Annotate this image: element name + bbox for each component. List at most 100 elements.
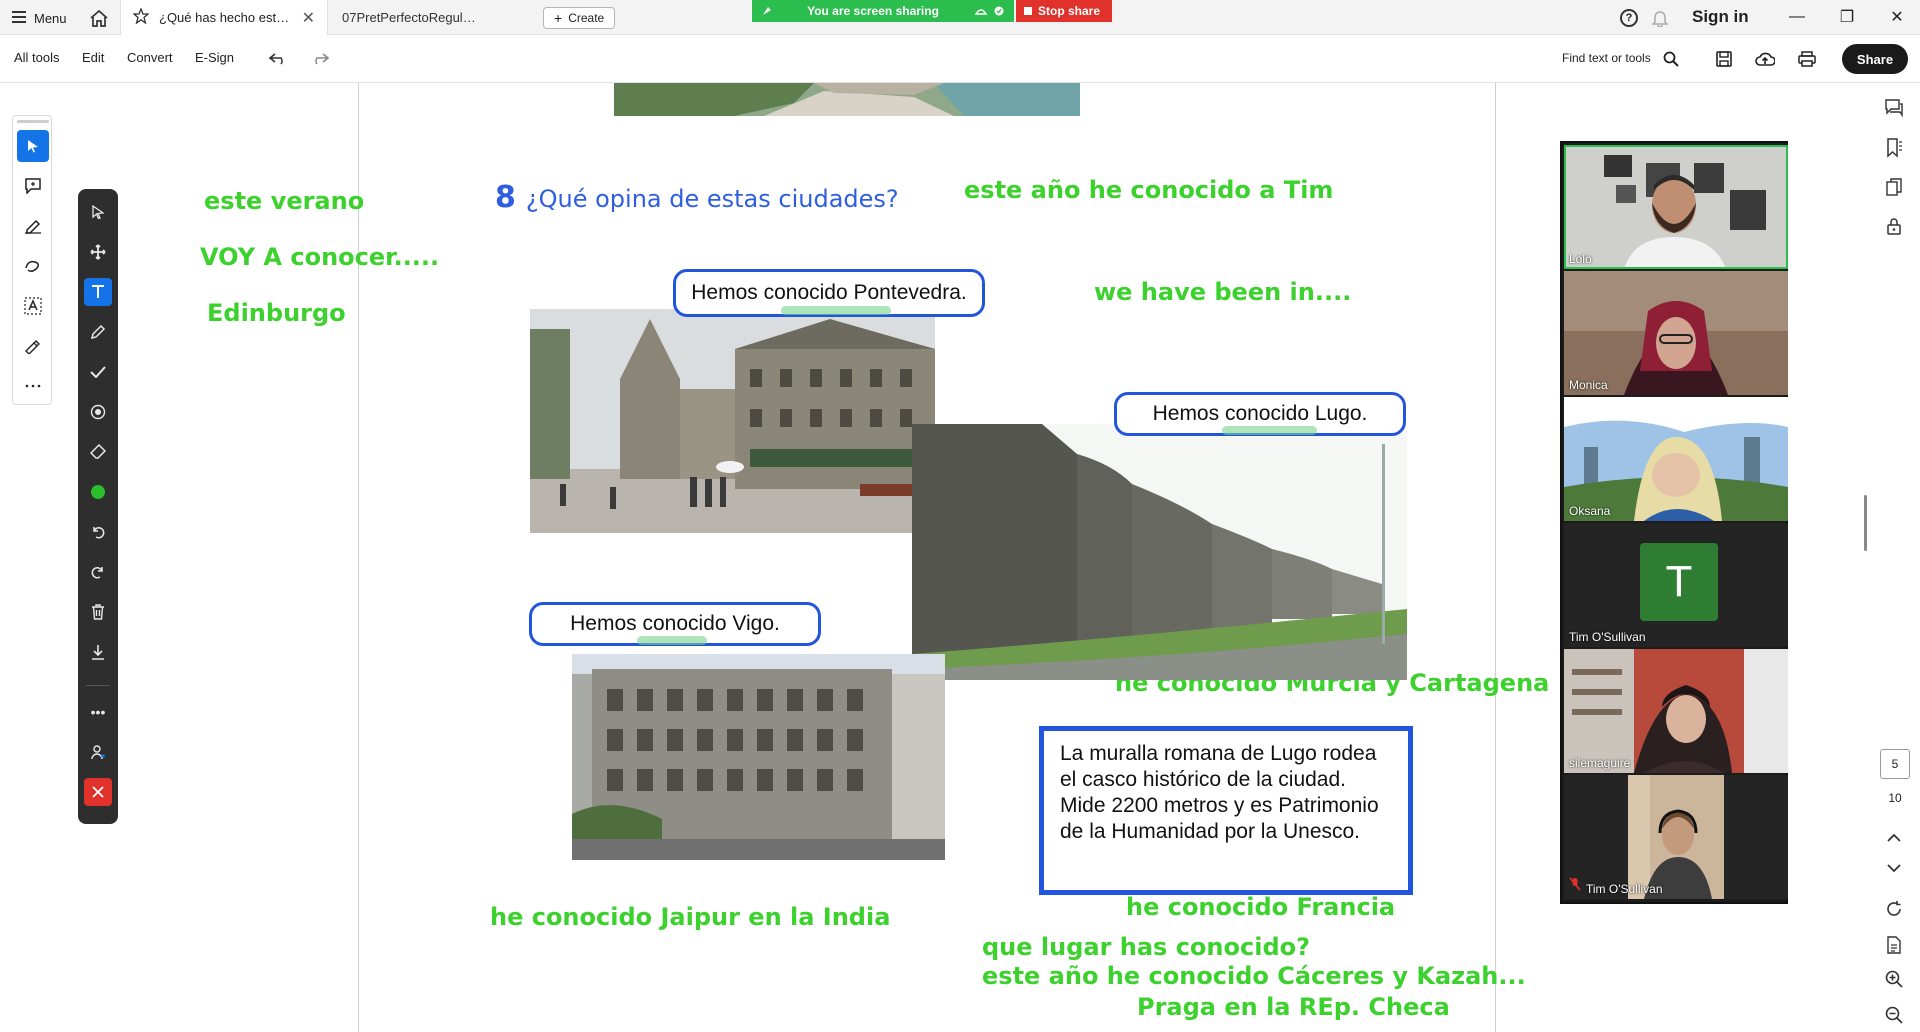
pages-panel-icon[interactable] [1882,175,1906,199]
note-we-have-been: we have been in.... [1094,278,1352,306]
participant-name: silemaguire [1569,756,1631,770]
bookmark-panel-icon[interactable] [1882,136,1906,160]
participant-video [1564,271,1788,395]
close-annotation-icon[interactable] [84,778,112,806]
participant-tile-oksana[interactable]: Oksana [1564,397,1788,521]
color-picker-icon[interactable] [84,478,112,506]
close-window-icon[interactable]: ✕ [1882,5,1912,29]
share-button[interactable]: Share [1842,44,1908,74]
text-tool-icon[interactable] [84,278,112,306]
checkmark-icon[interactable] [84,358,112,386]
pdf-page: 8 ¿Qué opina de estas ciudades? este ver… [200,83,1549,1032]
participant-tile-tim-avatar[interactable]: T Tim O'Sullivan [1564,523,1788,647]
text-select-icon[interactable] [17,290,49,322]
participant-name: Lolo [1569,252,1592,266]
exercise-question: ¿Qué opina de estas ciudades? [525,185,899,213]
highlight-mark [637,636,707,645]
create-label: Create [568,11,605,25]
highlight-mark [781,306,891,315]
sharing-status-icons [974,6,1004,16]
participant-tile-lolo[interactable]: Lolo [1564,145,1788,269]
lock-panel-icon[interactable] [1882,214,1906,238]
star-icon[interactable] [132,7,150,27]
pencil-icon[interactable] [84,318,112,346]
page-down-icon[interactable] [1882,856,1906,880]
move-icon[interactable] [84,238,112,266]
all-tools-menu[interactable]: All tools [14,50,60,65]
edit-menu[interactable]: Edit [82,50,104,65]
menu-button[interactable]: Menu [12,8,67,28]
muted-mic-icon [1569,877,1581,896]
annotation-toolbar: ••• [78,189,118,824]
esign-menu[interactable]: E-Sign [195,50,234,65]
document-scrollbar[interactable] [1864,495,1867,551]
draw-freeform-icon[interactable] [17,250,49,282]
participant-name: Oksana [1569,504,1611,518]
refresh-icon[interactable] [1882,897,1906,921]
participant-tile-tim-video[interactable]: Tim O'Sullivan [1564,775,1788,899]
note-edinburgo: Edinburgo [207,299,346,327]
redo-annotation-icon[interactable] [84,558,112,586]
undo-icon[interactable] [266,47,290,71]
highlight-tool-icon[interactable] [17,210,49,242]
download-icon[interactable] [84,638,112,666]
note-voy-a-conocer: VOY A conocer..... [200,243,440,271]
note-que-lugar: que lugar has conocido? [982,933,1311,961]
bubble-vigo: Hemos conocido Vigo. [529,602,821,646]
note-jaipur: he conocido Jaipur en la India [490,903,891,931]
find-text-label[interactable]: Find text or tools [1562,51,1651,65]
lugo-wall-photo [912,424,1407,680]
redo-icon[interactable] [308,47,332,71]
zoom-in-icon[interactable] [1882,967,1906,991]
print-icon[interactable] [1795,47,1819,71]
comment-panel-icon[interactable] [1882,96,1906,120]
close-tab-icon[interactable]: ✕ [302,8,315,28]
participant-tile-monica[interactable]: Monica [1564,271,1788,395]
user-settings-icon[interactable] [84,738,112,766]
participant-name: Monica [1569,378,1608,392]
zoom-out-icon[interactable] [1882,1003,1906,1027]
undo-annotation-icon[interactable] [84,518,112,546]
maximize-icon[interactable]: ❐ [1832,5,1862,29]
home-icon[interactable] [88,7,110,29]
bubble-lugo: Hemos conocido Lugo. [1114,392,1406,436]
participant-tile-silemaguire[interactable]: silemaguire [1564,649,1788,773]
add-comment-icon[interactable] [17,170,49,202]
page-up-icon[interactable] [1882,826,1906,850]
more-tools-icon[interactable] [17,370,49,402]
participant-video [1564,145,1788,269]
sign-in-link[interactable]: Sign in [1692,7,1749,27]
avatar: T [1640,543,1718,621]
bell-icon[interactable] [1652,9,1668,27]
stop-share-button[interactable]: Stop share [1016,0,1112,22]
tab-pdf-document[interactable]: 07PretPerfectoRegularpdf [330,0,535,35]
select-tool-icon[interactable] [17,130,49,162]
exercise-number: 8 [495,180,516,215]
current-page-field[interactable]: 5 [1880,749,1910,779]
tab-active-document[interactable]: ¿Qué has hecho este ve... ✕ [120,0,328,35]
participant-video [1564,649,1788,773]
document-info-icon[interactable] [1882,933,1906,957]
hamburger-icon [12,10,26,26]
minimize-icon[interactable]: — [1782,5,1812,29]
bubble-pontevedra: Hemos conocido Pontevedra. [673,269,985,317]
sign-tool-icon[interactable] [17,330,49,362]
more-options-icon[interactable]: ••• [84,698,112,726]
participant-name: Tim O'Sullivan [1569,630,1646,644]
trash-icon[interactable] [84,598,112,626]
help-icon[interactable]: ? [1620,9,1638,27]
tab-label: ¿Qué has hecho este ve... [159,10,292,25]
cloud-upload-icon[interactable] [1753,47,1777,71]
note-praga: Praga en la REp. Checa [1137,993,1450,1021]
create-button[interactable]: + Create [543,7,616,29]
screen-sharing-banner: You are screen sharing [752,0,1014,22]
pointer-icon[interactable] [84,198,112,226]
search-icon[interactable] [1659,47,1683,71]
stop-share-label: Stop share [1038,4,1101,18]
eraser-icon[interactable] [84,438,112,466]
note-francia: he conocido Francia [1126,893,1396,921]
convert-menu[interactable]: Convert [127,50,173,65]
save-icon[interactable] [1712,47,1736,71]
participant-name: Tim O'Sullivan [1586,882,1663,896]
stamp-icon[interactable] [84,398,112,426]
